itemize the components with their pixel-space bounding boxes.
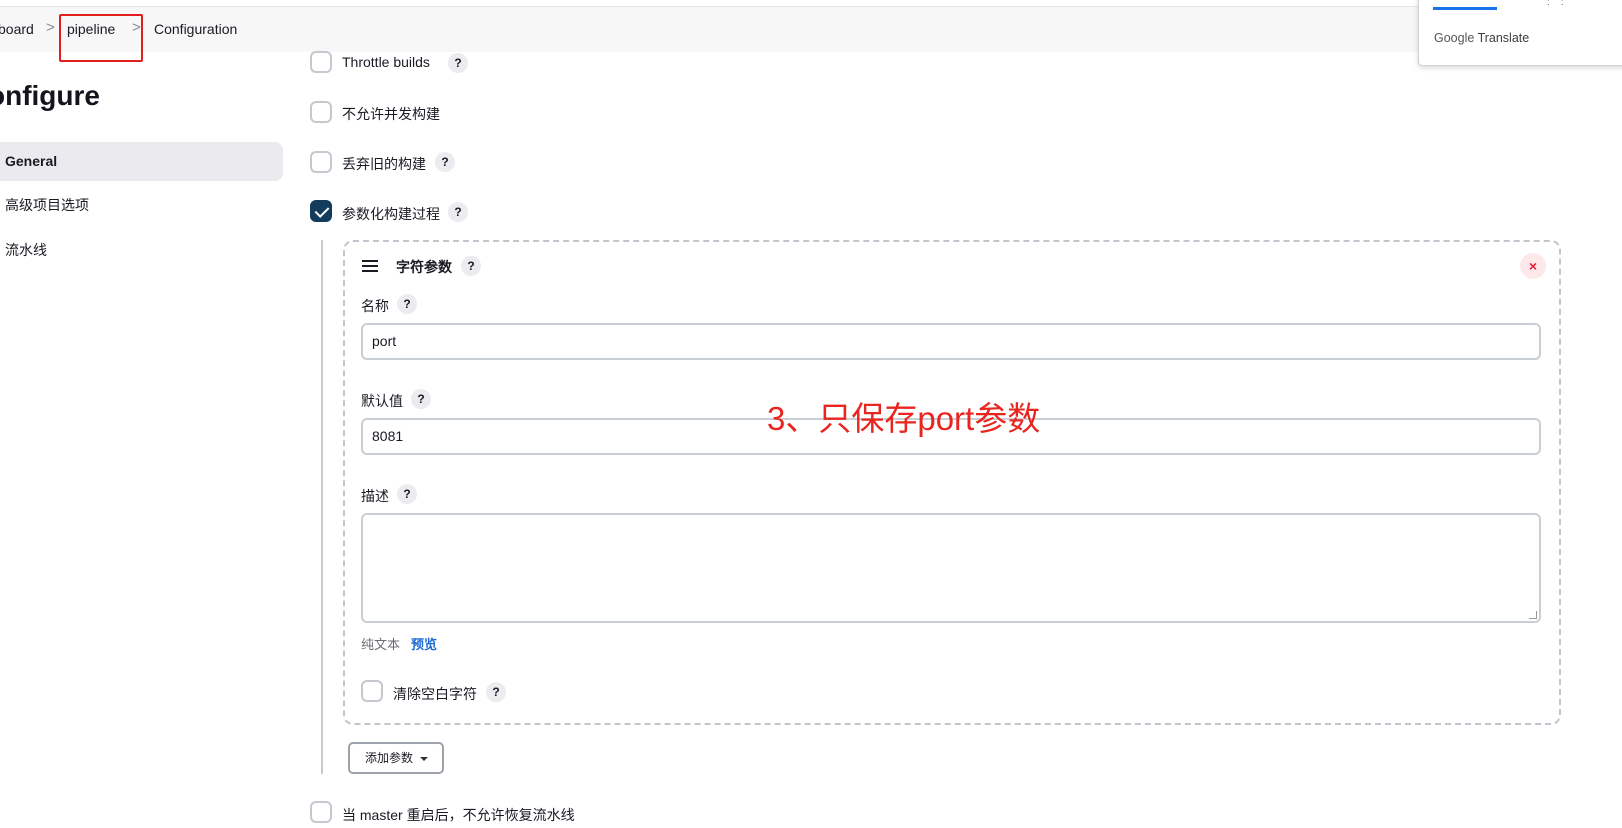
breadcrumb-bar	[0, 6, 1622, 52]
help-icon[interactable]: ?	[448, 202, 468, 222]
translate-tab-indicator	[1433, 7, 1497, 10]
no-concurrent-label: 不允许并发构建	[342, 106, 440, 122]
google-brand: Google	[1434, 31, 1475, 45]
highlight-box	[59, 14, 143, 62]
no-resume-checkbox[interactable]	[310, 801, 332, 823]
help-icon[interactable]: ?	[448, 53, 468, 73]
description-label: 描述	[361, 488, 389, 504]
breadcrumb-separator: >	[46, 19, 55, 36]
trim-whitespace-label: 清除空白字符	[393, 686, 477, 702]
chevron-down-icon	[420, 757, 428, 761]
help-icon[interactable]: ?	[411, 389, 431, 409]
nested-section-line	[321, 240, 323, 774]
no-concurrent-checkbox[interactable]	[310, 101, 332, 123]
throttle-builds-checkbox[interactable]	[310, 51, 332, 73]
help-icon[interactable]: ?	[435, 152, 455, 172]
resize-handle-icon[interactable]	[1529, 611, 1537, 619]
add-parameter-button[interactable]: 添加参数	[348, 742, 444, 774]
string-parameter-panel	[343, 240, 1561, 725]
breadcrumb-configuration[interactable]: Configuration	[154, 21, 237, 37]
parameter-type-title: 字符参数	[396, 259, 452, 275]
sidebar-item-advanced[interactable]: 高级项目选项	[0, 186, 283, 225]
page-title: onfigure	[0, 80, 100, 111]
preview-link[interactable]: 预览	[411, 634, 437, 653]
format-label: 纯文本	[361, 637, 401, 652]
parameterized-checkbox[interactable]	[310, 200, 332, 222]
sidebar-item-general[interactable]: General	[0, 142, 283, 181]
default-value-label: 默认值	[361, 393, 403, 409]
help-icon[interactable]: ?	[486, 682, 506, 702]
breadcrumb-dashboard[interactable]: board	[0, 21, 34, 37]
google-translate-panel: : : Google Translate	[1418, 0, 1622, 66]
sidebar-item-pipeline[interactable]: 流水线	[0, 231, 283, 270]
no-resume-label: 当 master 重启后，不允许恢复流水线	[342, 807, 575, 823]
google-translate-label: Google Translate	[1434, 31, 1529, 45]
discard-old-checkbox[interactable]	[310, 151, 332, 173]
throttle-builds-label: Throttle builds	[342, 54, 430, 70]
more-options-icon[interactable]: : :	[1547, 0, 1564, 8]
name-label: 名称	[361, 298, 389, 314]
parameterized-label: 参数化构建过程	[342, 206, 440, 222]
help-icon[interactable]: ?	[397, 484, 417, 504]
delete-parameter-icon[interactable]: ×	[1520, 253, 1546, 279]
name-input[interactable]: port	[361, 323, 1541, 360]
annotation-text: 3、只保存port参数	[767, 400, 1041, 437]
translate-product: Translate	[1477, 31, 1530, 45]
drag-handle-icon[interactable]	[362, 260, 378, 275]
help-icon[interactable]: ?	[397, 294, 417, 314]
help-icon[interactable]: ?	[461, 256, 481, 276]
discard-old-label: 丢弃旧的构建	[342, 156, 426, 172]
trim-whitespace-checkbox[interactable]	[361, 680, 383, 702]
add-parameter-label: 添加参数	[365, 751, 414, 765]
description-textarea[interactable]	[361, 513, 1541, 623]
